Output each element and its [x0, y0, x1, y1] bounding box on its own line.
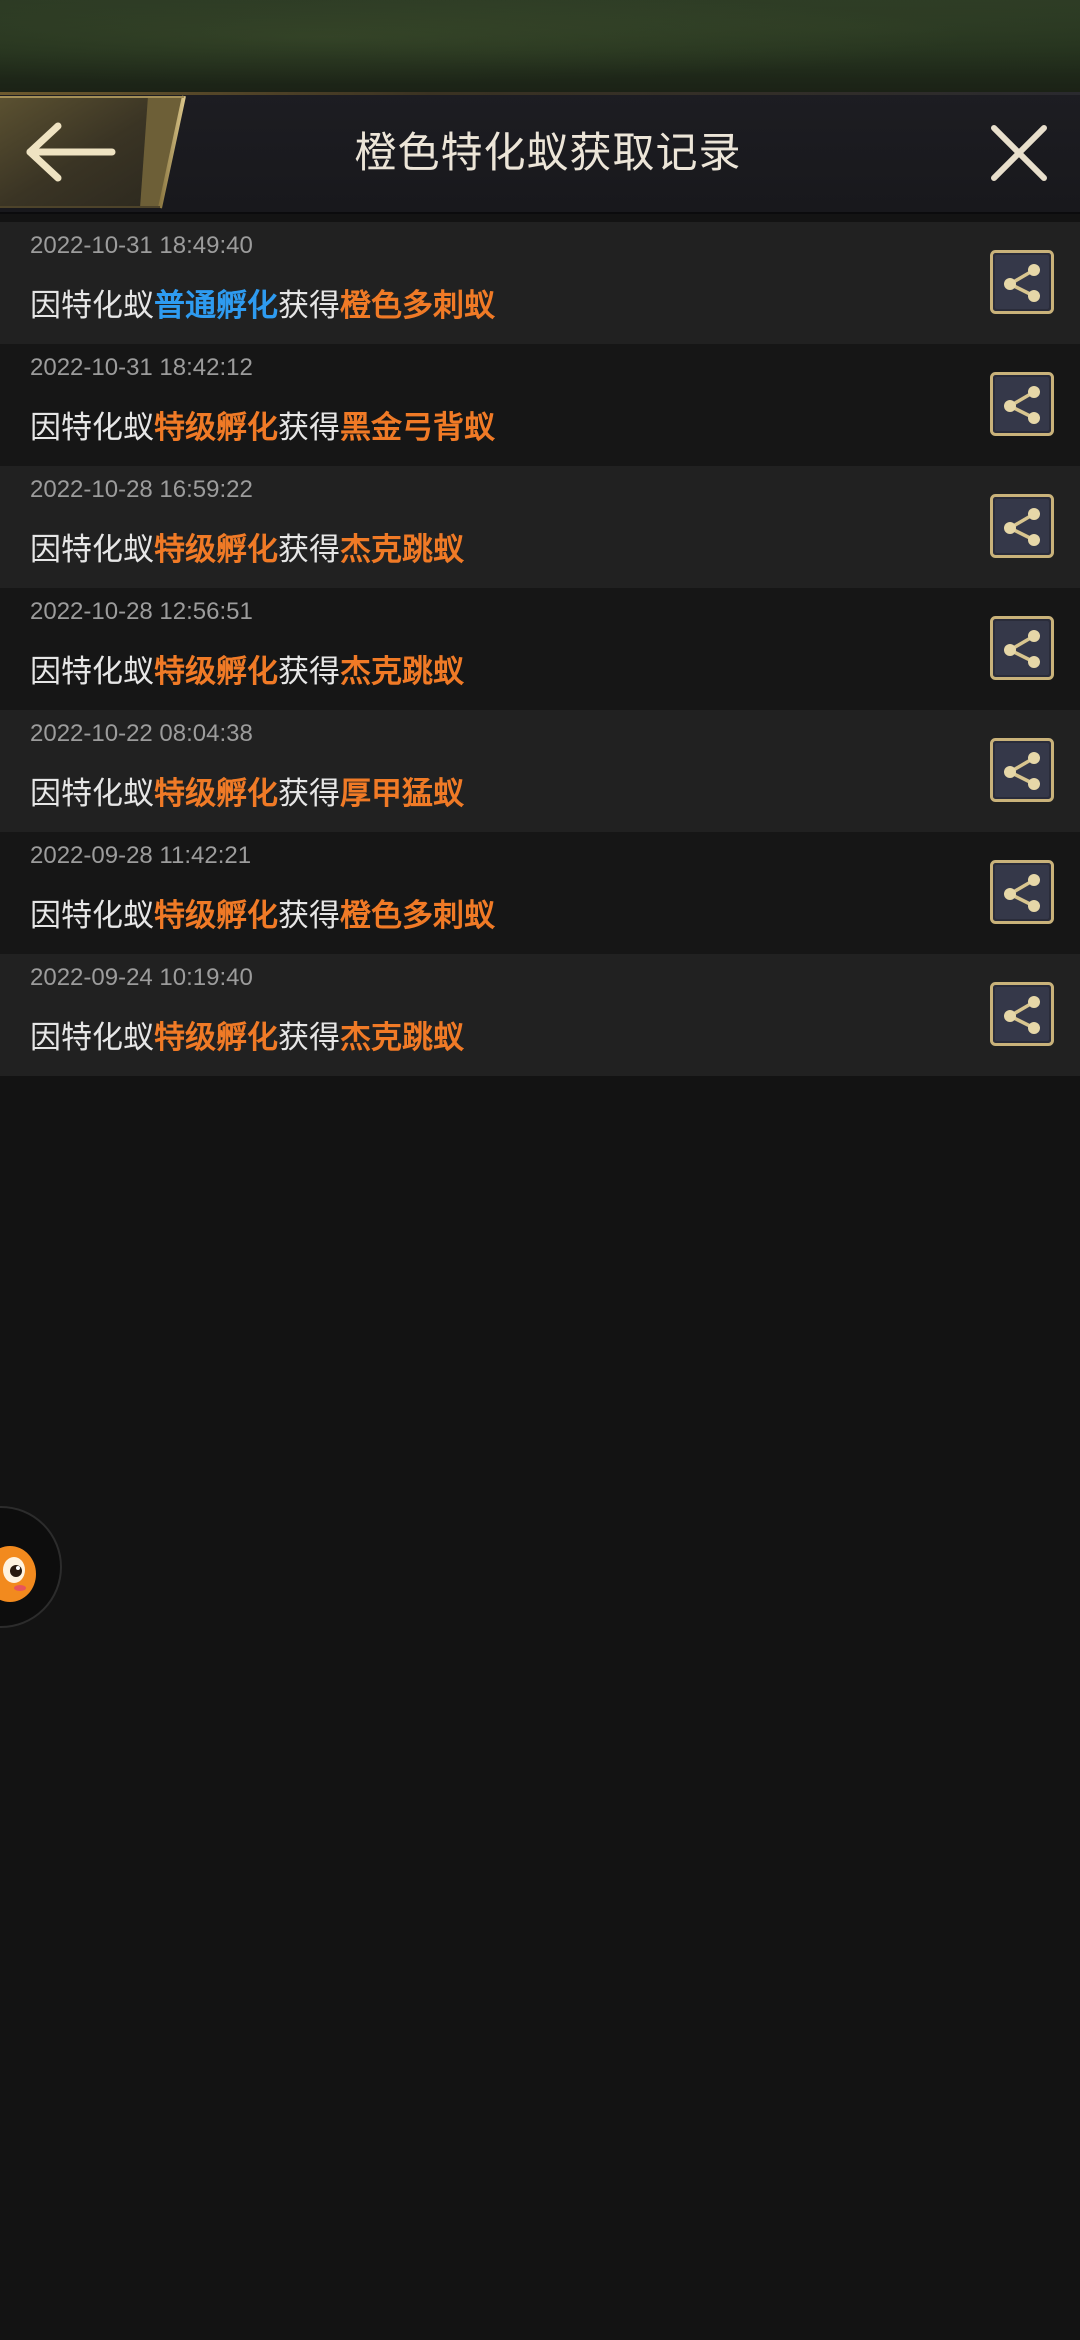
record-text: 因特化蚁特级孵化获得杰克跳蚁 [30, 646, 464, 691]
record-time: 2022-10-31 18:42:12 [30, 354, 253, 381]
record-result: 杰克跳蚁 [340, 654, 464, 690]
record-result: 厚甲猛蚁 [340, 776, 464, 812]
record-prefix: 因特化蚁 [30, 654, 154, 690]
record-row: 2022-10-31 18:42:12 因特化蚁特级孵化获得黑金弓背蚁 [0, 344, 1080, 466]
record-middle: 获得 [278, 776, 340, 812]
record-row: 2022-09-24 10:19:40 因特化蚁特级孵化获得杰克跳蚁 [0, 954, 1080, 1076]
record-method: 特级孵化 [154, 654, 278, 690]
record-text: 因特化蚁特级孵化获得黑金弓背蚁 [30, 402, 495, 447]
record-method: 特级孵化 [154, 776, 278, 812]
record-row: 2022-10-28 12:56:51 因特化蚁特级孵化获得杰克跳蚁 [0, 588, 1080, 710]
record-time: 2022-09-24 10:19:40 [30, 964, 253, 991]
record-result: 杰克跳蚁 [340, 532, 464, 568]
record-result: 黑金弓背蚁 [340, 410, 495, 446]
record-middle: 获得 [278, 654, 340, 690]
record-middle: 获得 [278, 1020, 340, 1056]
share-icon [990, 494, 1054, 558]
record-time: 2022-09-28 11:42:21 [30, 842, 252, 869]
record-prefix: 因特化蚁 [30, 410, 154, 446]
back-button[interactable] [0, 94, 186, 210]
share-icon [990, 860, 1054, 924]
record-result: 橙色多刺蚁 [340, 898, 495, 934]
game-scene-background [0, 0, 1080, 92]
record-method: 特级孵化 [154, 1020, 278, 1056]
share-button[interactable] [990, 494, 1054, 558]
close-button[interactable] [984, 118, 1054, 188]
record-prefix: 因特化蚁 [30, 1020, 154, 1056]
record-row: 2022-10-28 16:59:22 因特化蚁特级孵化获得杰克跳蚁 [0, 466, 1080, 588]
record-middle: 获得 [278, 410, 340, 446]
record-time: 2022-10-22 08:04:38 [30, 720, 253, 747]
record-time: 2022-10-28 16:59:22 [30, 476, 253, 503]
share-icon [990, 982, 1054, 1046]
record-row: 2022-10-22 08:04:38 因特化蚁特级孵化获得厚甲猛蚁 [0, 710, 1080, 832]
record-middle: 获得 [278, 288, 340, 324]
share-icon [990, 250, 1054, 314]
record-prefix: 因特化蚁 [30, 776, 154, 812]
record-row: 2022-09-28 11:42:21 因特化蚁特级孵化获得橙色多刺蚁 [0, 832, 1080, 954]
page-title: 橙色特化蚁获取记录 [354, 128, 742, 177]
close-icon [991, 125, 1047, 181]
record-method: 特级孵化 [154, 410, 278, 446]
share-icon [990, 616, 1054, 680]
share-button[interactable] [990, 982, 1054, 1046]
record-middle: 获得 [278, 898, 340, 934]
record-result: 橙色多刺蚁 [340, 288, 495, 324]
record-time: 2022-10-31 18:49:40 [30, 232, 253, 259]
record-method: 特级孵化 [154, 898, 278, 934]
record-time: 2022-10-28 12:56:51 [30, 598, 253, 625]
record-prefix: 因特化蚁 [30, 898, 154, 934]
share-button[interactable] [990, 738, 1054, 802]
record-method: 普通孵化 [154, 288, 278, 324]
share-button[interactable] [990, 860, 1054, 924]
share-icon [990, 372, 1054, 436]
record-text: 因特化蚁特级孵化获得橙色多刺蚁 [30, 890, 495, 935]
floating-assistant-button[interactable] [0, 1506, 62, 1628]
arrow-left-icon [0, 95, 186, 209]
record-middle: 获得 [278, 532, 340, 568]
record-list: 2022-10-31 18:49:40 因特化蚁普通孵化获得橙色多刺蚁 2022… [0, 222, 1080, 1076]
record-result: 杰克跳蚁 [340, 1020, 464, 1056]
share-button[interactable] [990, 616, 1054, 680]
share-button[interactable] [990, 250, 1054, 314]
record-row: 2022-10-31 18:49:40 因特化蚁普通孵化获得橙色多刺蚁 [0, 222, 1080, 344]
record-prefix: 因特化蚁 [30, 288, 154, 324]
share-button[interactable] [990, 372, 1054, 436]
share-icon [990, 738, 1054, 802]
header-bar: 橙色特化蚁获取记录 [0, 92, 1080, 214]
record-text: 因特化蚁特级孵化获得杰克跳蚁 [30, 524, 464, 569]
record-text: 因特化蚁特级孵化获得杰克跳蚁 [30, 1012, 464, 1057]
screen: 橙色特化蚁获取记录 2022-10-31 18:49:40 因特化蚁普通孵化获得… [0, 0, 1080, 2340]
record-method: 特级孵化 [154, 532, 278, 568]
record-text: 因特化蚁普通孵化获得橙色多刺蚁 [30, 280, 495, 325]
record-text: 因特化蚁特级孵化获得厚甲猛蚁 [30, 768, 464, 813]
mascot-icon [0, 1546, 36, 1602]
record-prefix: 因特化蚁 [30, 532, 154, 568]
